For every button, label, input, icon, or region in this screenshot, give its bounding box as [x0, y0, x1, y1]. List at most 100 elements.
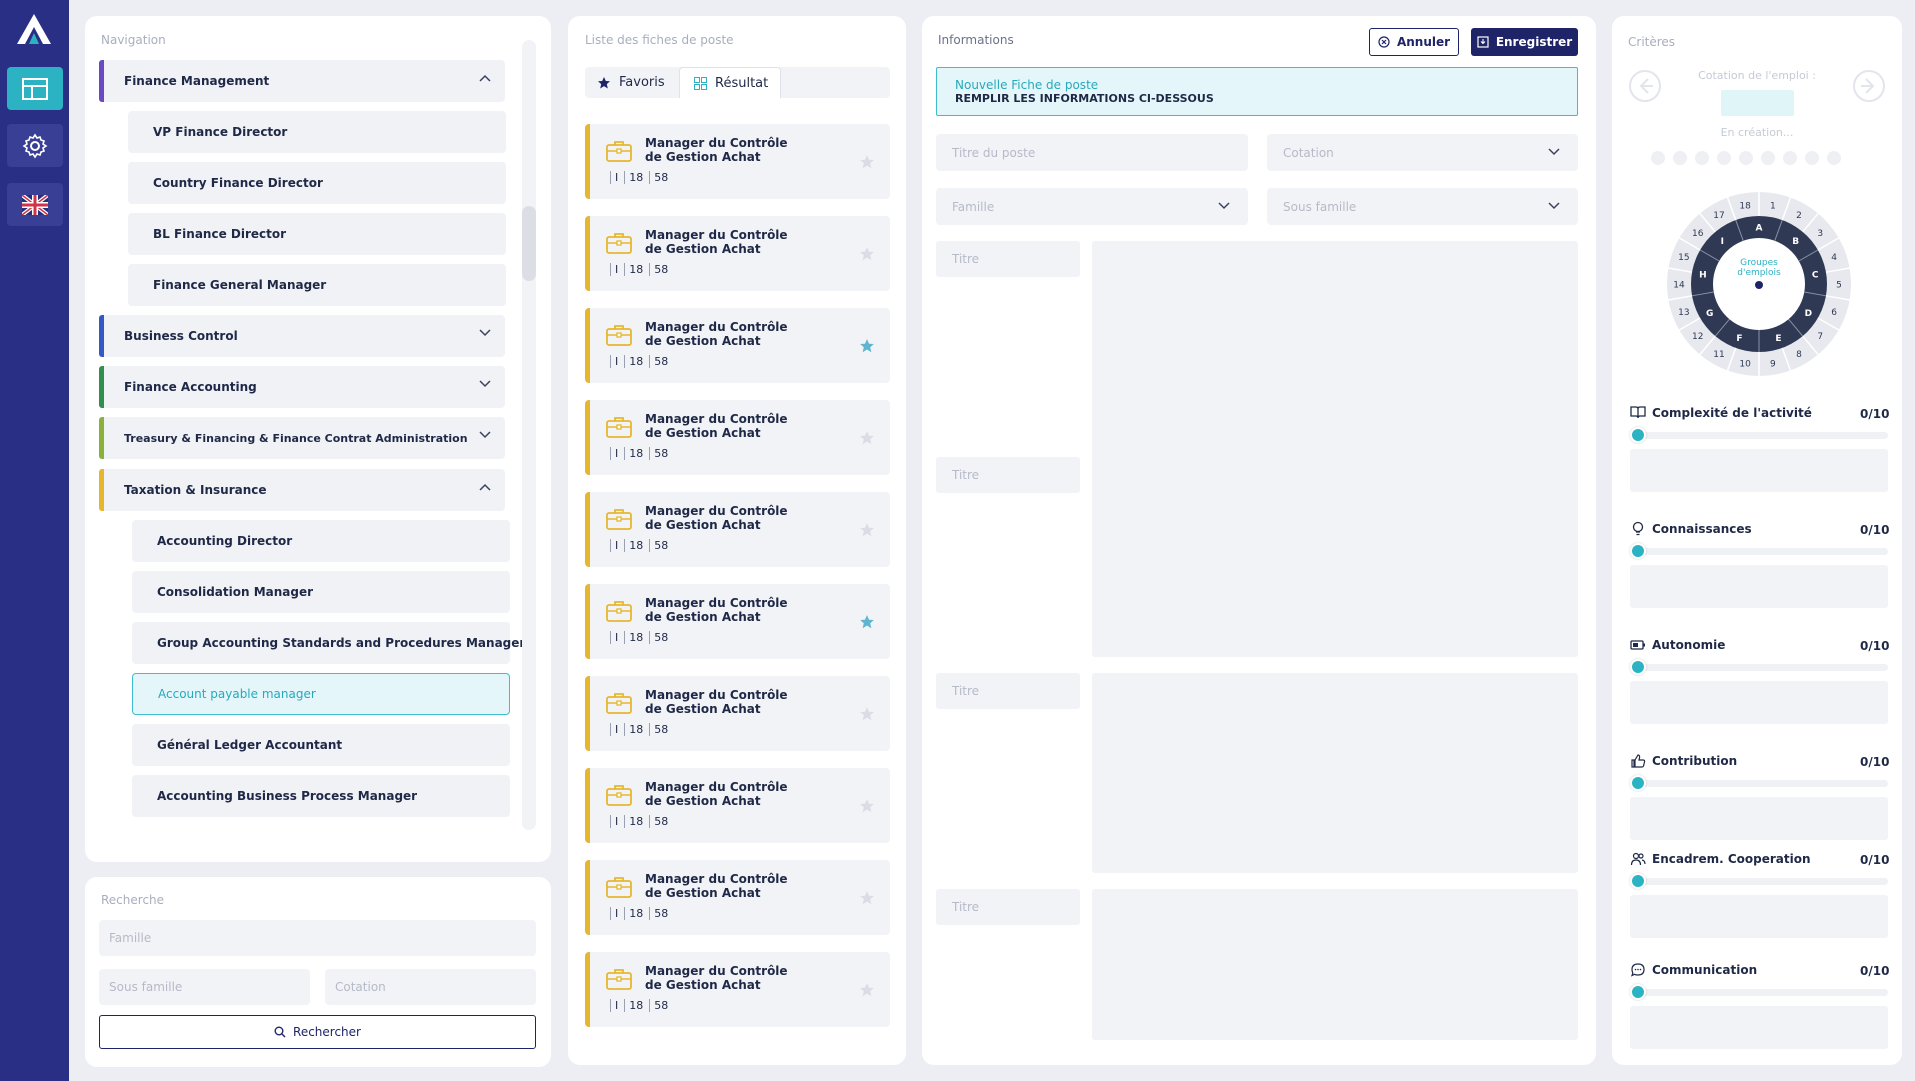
- sous-famille-input[interactable]: Sous famille: [99, 969, 310, 1005]
- previous-arrow-icon[interactable]: [1628, 69, 1662, 103]
- wheel-letter[interactable]: G: [1706, 309, 1713, 319]
- job-card[interactable]: Manager du Contrôle de Gestion Achat I 18 58: [585, 584, 890, 659]
- nav-item-selected[interactable]: Account payable manager: [132, 673, 510, 715]
- job-card[interactable]: Manager du Contrôle de Gestion Achat I 18 58: [585, 860, 890, 935]
- wheel-letter[interactable]: C: [1812, 271, 1819, 281]
- nav-item[interactable]: Accounting Director: [132, 520, 510, 562]
- job-card[interactable]: Manager du Contrôle de Gestion Achat I 18 58: [585, 952, 890, 1027]
- criterion-slider-handle[interactable]: [1630, 775, 1646, 791]
- wheel-number[interactable]: 2: [1796, 211, 1802, 221]
- wheel-number[interactable]: 6: [1831, 308, 1837, 318]
- favorite-star-icon[interactable]: [859, 338, 875, 354]
- next-arrow-icon[interactable]: [1852, 69, 1886, 103]
- job-card[interactable]: Manager du Contrôle de Gestion Achat I 18 58: [585, 676, 890, 751]
- nav-item[interactable]: Accounting Business Process Manager: [132, 775, 510, 817]
- wheel-number[interactable]: 12: [1692, 332, 1703, 342]
- wheel-number[interactable]: 15: [1678, 253, 1689, 263]
- favorite-star-icon[interactable]: [859, 430, 875, 446]
- criterion-slider-handle[interactable]: [1630, 659, 1646, 675]
- tab-resultat[interactable]: Résultat: [679, 67, 781, 98]
- criterion-slider-handle[interactable]: [1630, 543, 1646, 559]
- job-card[interactable]: Manager du Contrôle de Gestion Achat I 18 58: [585, 124, 890, 199]
- titre-poste-input[interactable]: Titre du poste: [936, 134, 1248, 171]
- favorite-star-icon[interactable]: [859, 706, 875, 722]
- wheel-number[interactable]: 3: [1817, 229, 1823, 239]
- wheel-number[interactable]: 18: [1739, 202, 1751, 212]
- wheel-number[interactable]: 17: [1713, 211, 1724, 221]
- criterion-comment-box[interactable]: [1630, 681, 1888, 724]
- cotation-input[interactable]: Cotation: [325, 969, 536, 1005]
- wheel-letter[interactable]: F: [1736, 334, 1742, 344]
- nav-item[interactable]: VP Finance Director: [128, 111, 506, 153]
- job-card[interactable]: Manager du Contrôle de Gestion Achat I 18 58: [585, 308, 890, 383]
- favorite-star-icon[interactable]: [859, 798, 875, 814]
- criterion-slider-track[interactable]: [1630, 878, 1888, 885]
- criterion-slider-track[interactable]: [1630, 664, 1888, 671]
- criterion-slider-track[interactable]: [1630, 432, 1888, 439]
- wheel-number[interactable]: 7: [1817, 332, 1823, 342]
- favorite-star-icon[interactable]: [859, 246, 875, 262]
- favorite-star-icon[interactable]: [859, 982, 875, 998]
- nav-item[interactable]: Group Accounting Standards and Procedure…: [132, 622, 525, 664]
- criterion-comment-box[interactable]: [1630, 895, 1888, 938]
- wheel-letter[interactable]: D: [1805, 309, 1812, 319]
- wheel-number[interactable]: 5: [1836, 281, 1842, 291]
- nav-item[interactable]: Finance General Manager: [128, 264, 506, 306]
- criterion-slider-handle[interactable]: [1630, 873, 1646, 889]
- nav-category[interactable]: Taxation & Insurance: [99, 469, 505, 511]
- language-nav-button[interactable]: [7, 183, 63, 226]
- nav-item[interactable]: Général Ledger Accountant: [132, 724, 510, 766]
- wheel-number[interactable]: 4: [1831, 253, 1837, 263]
- wheel-letter[interactable]: A: [1756, 224, 1763, 234]
- criterion-comment-box[interactable]: [1630, 449, 1888, 492]
- criterion-slider-track[interactable]: [1630, 780, 1888, 787]
- criterion-slider-handle[interactable]: [1630, 984, 1646, 1000]
- nav-category[interactable]: Finance Management: [99, 60, 505, 102]
- wheel-number[interactable]: 9: [1770, 359, 1776, 369]
- favorite-star-icon[interactable]: [859, 154, 875, 170]
- cancel-button[interactable]: Annuler: [1369, 28, 1459, 56]
- famille-input[interactable]: Famille: [99, 920, 536, 956]
- section-textarea[interactable]: [1092, 457, 1578, 657]
- nav-item[interactable]: BL Finance Director: [128, 213, 506, 255]
- job-card[interactable]: Manager du Contrôle de Gestion Achat I 18 58: [585, 492, 890, 567]
- search-button[interactable]: Rechercher: [99, 1015, 536, 1049]
- wheel-letter[interactable]: I: [1721, 237, 1724, 247]
- save-button[interactable]: Enregistrer: [1471, 28, 1578, 56]
- favorite-star-icon[interactable]: [859, 614, 875, 630]
- famille-select[interactable]: Famille: [936, 188, 1248, 225]
- wheel-number[interactable]: 1: [1770, 202, 1776, 212]
- wheel-number[interactable]: 16: [1692, 229, 1704, 239]
- nav-category[interactable]: Treasury & Financing & Finance Contrat A…: [99, 417, 505, 459]
- criterion-slider-handle[interactable]: [1630, 427, 1646, 443]
- nav-item[interactable]: Consolidation Manager: [132, 571, 510, 613]
- sous-famille-select[interactable]: Sous famille: [1267, 188, 1578, 225]
- section-textarea[interactable]: [1092, 889, 1578, 1040]
- cotation-select[interactable]: Cotation: [1267, 134, 1578, 171]
- favorite-star-icon[interactable]: [859, 890, 875, 906]
- nav-item[interactable]: Country Finance Director: [128, 162, 506, 204]
- wheel-number[interactable]: 14: [1673, 281, 1685, 291]
- job-card[interactable]: Manager du Contrôle de Gestion Achat I 18 58: [585, 400, 890, 475]
- nav-category[interactable]: Business Control: [99, 315, 505, 357]
- tab-favoris[interactable]: Favoris: [595, 67, 675, 98]
- section-textarea[interactable]: [1092, 673, 1578, 873]
- criterion-slider-track[interactable]: [1630, 989, 1888, 996]
- wheel-number[interactable]: 11: [1713, 350, 1724, 360]
- criterion-comment-box[interactable]: [1630, 797, 1888, 840]
- job-group-wheel[interactable]: 123456789101112131415161718ABCDEFGHIGrou…: [1665, 190, 1853, 378]
- wheel-letter[interactable]: E: [1775, 334, 1781, 344]
- layout-nav-button[interactable]: [7, 67, 63, 110]
- criterion-comment-box[interactable]: [1630, 565, 1888, 608]
- favorite-star-icon[interactable]: [859, 522, 875, 538]
- settings-nav-button[interactable]: [7, 124, 63, 167]
- criterion-slider-track[interactable]: [1630, 548, 1888, 555]
- nav-category[interactable]: Finance Accounting: [99, 366, 505, 408]
- wheel-letter[interactable]: H: [1699, 271, 1707, 281]
- wheel-number[interactable]: 8: [1796, 350, 1802, 360]
- wheel-letter[interactable]: B: [1792, 237, 1799, 247]
- wheel-number[interactable]: 10: [1739, 359, 1751, 369]
- job-card[interactable]: Manager du Contrôle de Gestion Achat I 18 58: [585, 768, 890, 843]
- wheel-number[interactable]: 13: [1678, 308, 1689, 318]
- navigation-scrollbar[interactable]: [522, 40, 536, 830]
